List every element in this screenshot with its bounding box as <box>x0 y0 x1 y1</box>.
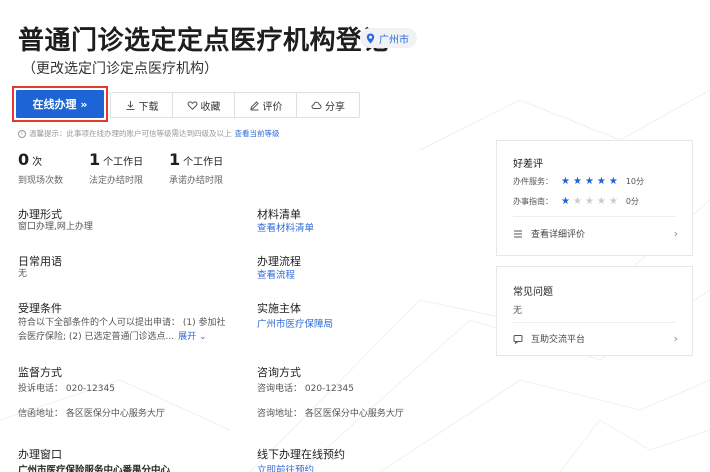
conditions-line1: 符合以下全部条件的个人可以提出申请： (1) 参加社 <box>18 318 226 328</box>
consult-label: 咨询方式 <box>257 366 301 379</box>
share-label: 分享 <box>325 101 345 113</box>
consult-phone: 咨询电话： 020-12345 <box>257 384 354 394</box>
online-handle-button[interactable]: 在线办理 » <box>16 90 104 118</box>
stat-label: 承诺办结时限 <box>169 176 224 186</box>
info-icon: i <box>18 129 26 138</box>
window-label: 办理窗口 <box>18 448 62 461</box>
star-icon: ★ <box>561 175 570 187</box>
faq-card: 常见问题 无 互助交流平台 › <box>496 266 693 356</box>
handle-form-value: 窗口办理,网上办理 <box>18 222 93 232</box>
supervise-phone: 投诉电话： 020-12345 <box>18 384 115 394</box>
star-icon: ★ <box>596 195 606 207</box>
stat-promised-deadline: 1 个工作日 承诺办结时限 <box>169 150 223 186</box>
service-rating-label: 办件服务： <box>513 177 553 186</box>
rating-card-title: 好差评 <box>513 159 543 170</box>
download-button[interactable]: 下载 <box>111 93 173 117</box>
star-icon: ★ <box>572 175 582 187</box>
chevron-right-icon: › <box>673 332 678 345</box>
stat-unit: 次 <box>32 157 43 168</box>
star-icon: ★ <box>572 195 582 207</box>
subject-label: 实施主体 <box>257 302 301 315</box>
process-link[interactable]: 查看流程 <box>257 267 295 281</box>
community-platform-label: 互助交流平台 <box>531 335 586 345</box>
stat-number: 0 <box>18 150 30 169</box>
guide-score: 0分 <box>625 197 639 206</box>
stat-unit: 个工作日 <box>103 157 144 168</box>
share-button[interactable]: 分享 <box>297 93 359 117</box>
notice-bar: i 温馨提示：此事项在线办理的账户可信等级需达到四级及以上 查看当前等级 <box>18 128 280 139</box>
service-score: 10分 <box>625 177 645 186</box>
notice-text: 温馨提示：此事项在线办理的账户可信等级需达到四级及以上 <box>29 129 232 138</box>
edit-icon <box>249 100 259 110</box>
favorite-label: 收藏 <box>200 101 221 113</box>
booking-label: 线下办理在线预约 <box>257 448 345 461</box>
conditions-line2-text: 会医疗保险; (2) 已选定普通门诊选点... <box>18 332 175 342</box>
consult-address: 咨询地址： 各区医保分中心服务大厅 <box>257 409 404 419</box>
window-value[interactable]: 广州市医疗保险服务中心番禺分中心 <box>18 462 170 472</box>
location-label: 广州市 <box>379 34 409 46</box>
view-detail-rating-label: 查看详细评价 <box>531 230 586 240</box>
community-platform-link[interactable]: 互助交流平台 › <box>513 332 678 345</box>
divider <box>513 322 676 323</box>
stat-onsite-visits: 0次 到现场次数 <box>18 150 63 186</box>
stat-unit: 个工作日 <box>183 157 224 168</box>
heart-icon <box>187 100 197 110</box>
view-level-link[interactable]: 查看当前等级 <box>235 128 280 139</box>
review-label: 评价 <box>262 101 283 113</box>
materials-link[interactable]: 查看材料清单 <box>257 220 314 234</box>
booking-link[interactable]: 立即前往预约 <box>257 462 314 472</box>
supervise-label: 监督方式 <box>18 366 62 379</box>
rating-card: 好差评 办件服务： ★ ★ ★ ★ ★ 10分 办事指南： ★ ★ ★ ★ ★ 0分 查看详细评… <box>496 140 693 256</box>
stat-number: 1 <box>169 150 181 169</box>
stat-label: 法定办结时限 <box>89 176 144 186</box>
guide-rating-row: 办事指南： ★ ★ ★ ★ ★ 0分 <box>513 196 639 207</box>
terms-value: 无 <box>18 269 28 279</box>
divider <box>513 216 676 217</box>
online-handle-highlight: 在线办理 » <box>12 86 108 122</box>
guide-rating-label: 办事指南： <box>513 197 553 206</box>
favorite-button[interactable]: 收藏 <box>173 93 235 117</box>
subject-link[interactable]: 广州市医疗保障局 <box>257 316 333 330</box>
stat-number: 1 <box>89 150 101 169</box>
star-icon: ★ <box>561 195 570 207</box>
download-label: 下载 <box>138 101 159 113</box>
star-icon: ★ <box>584 175 594 187</box>
star-icon: ★ <box>596 175 606 187</box>
download-icon <box>126 100 134 110</box>
view-detail-rating-link[interactable]: 查看详细评价 › <box>513 227 678 240</box>
stat-legal-deadline: 1 个工作日 法定办结时限 <box>89 150 143 186</box>
guide-stars: ★ ★ ★ ★ ★ <box>561 195 618 207</box>
location-pin-icon <box>366 33 375 43</box>
expand-link[interactable]: 展开 ⌄ <box>178 332 206 342</box>
review-button[interactable]: 评价 <box>235 93 297 117</box>
chevron-right-icon: › <box>673 227 678 240</box>
faq-card-title: 常见问题 <box>513 287 553 298</box>
chat-icon <box>513 334 523 344</box>
star-icon: ★ <box>608 175 618 187</box>
share-cloud-icon <box>311 101 322 109</box>
service-rating-row: 办件服务： ★ ★ ★ ★ ★ 10分 <box>513 176 644 187</box>
service-stars: ★ ★ ★ ★ ★ <box>561 175 618 187</box>
star-icon: ★ <box>584 195 594 207</box>
location-badge[interactable]: 广州市 <box>360 28 417 48</box>
page-subtitle: （更改选定门诊定点医疗机构） <box>22 61 218 77</box>
stat-label: 到现场次数 <box>18 176 64 186</box>
conditions-line2: 会医疗保险; (2) 已选定普通门诊选点... 展开 ⌄ <box>18 330 207 344</box>
star-icon: ★ <box>608 195 618 207</box>
action-toolbar: 下载 收藏 评价 分享 <box>110 92 360 118</box>
list-icon <box>514 230 522 237</box>
conditions-label: 受理条件 <box>18 302 62 315</box>
page-title: 普通门诊选定定点医疗机构登记 <box>18 26 390 56</box>
supervise-address: 信函地址： 各区医保分中心服务大厅 <box>18 409 165 419</box>
faq-value: 无 <box>513 306 523 316</box>
